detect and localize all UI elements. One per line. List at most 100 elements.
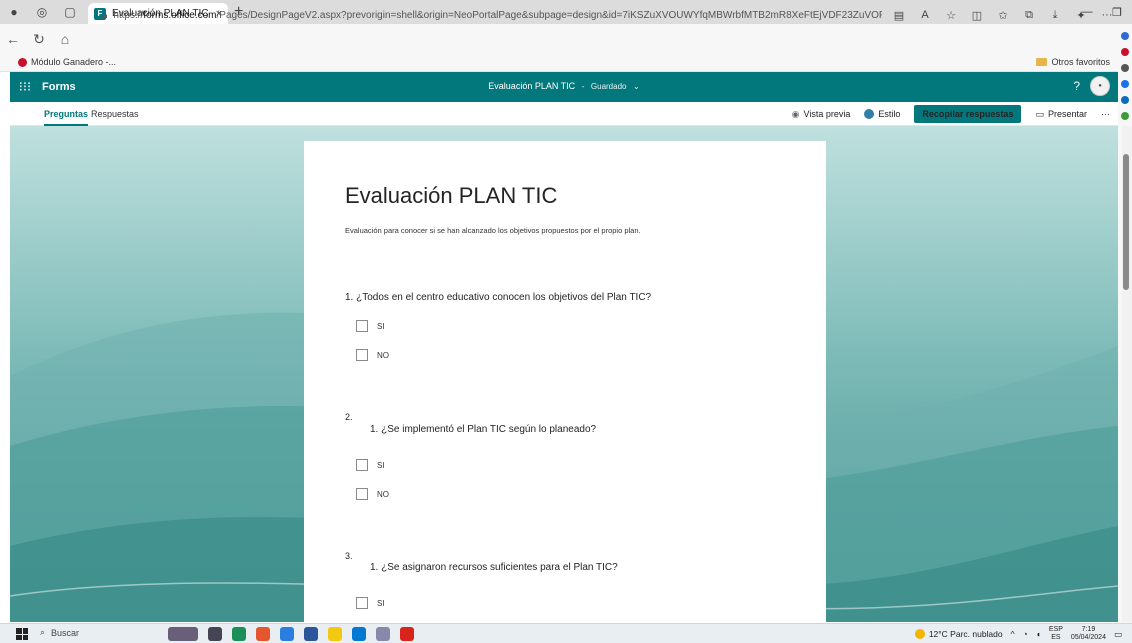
favorites-icon[interactable]: ✩: [994, 5, 1012, 25]
volume-icon[interactable]: ◖: [1036, 629, 1041, 639]
acrobat-icon[interactable]: [400, 627, 414, 641]
firefox-icon[interactable]: [256, 627, 270, 641]
workspaces-icon[interactable]: ◎: [28, 0, 56, 24]
style-label: Estilo: [878, 109, 901, 119]
question-text: ¿Todos en el centro educativo conocen lo…: [356, 292, 652, 303]
question-1-option-1[interactable]: SI: [356, 320, 385, 332]
checkbox[interactable]: [356, 320, 368, 332]
word-icon[interactable]: [304, 627, 318, 641]
header-title-text: Evaluación PLAN TIC: [488, 81, 576, 91]
question-2-option-2[interactable]: NO: [356, 488, 389, 500]
preview-button[interactable]: ◉ Vista previa: [792, 109, 851, 120]
network-icon[interactable]: ◔: [1023, 629, 1028, 639]
home-icon[interactable]: ⌂: [52, 26, 78, 52]
favorite-site-icon: [18, 57, 27, 67]
favorite-label: Módulo Ganadero -...: [31, 57, 117, 67]
file-explorer-icon[interactable]: [328, 627, 342, 641]
reader-view-icon[interactable]: ▤: [890, 5, 908, 25]
split-screen-icon[interactable]: ◫: [968, 5, 986, 25]
option-label: NO: [377, 350, 389, 360]
back-icon[interactable]: ←: [0, 26, 26, 52]
favorites-bar: Módulo Ganadero -... Otros favoritos: [0, 54, 1132, 72]
refresh-icon[interactable]: ↻: [26, 26, 52, 52]
url-field[interactable]: 🔒︎ https://forms.office.com/Pages/Design…: [102, 5, 882, 25]
clock-date: 05/04/2024: [1070, 634, 1106, 641]
question-2-number: 2.: [345, 412, 353, 422]
avatar[interactable]: ●: [1090, 76, 1110, 96]
taskbar-apps: [168, 627, 414, 641]
favorite-modulo-ganadero[interactable]: Módulo Ganadero -...: [18, 57, 116, 67]
outlook-icon[interactable]: [1121, 80, 1129, 88]
taskbar-search[interactable]: ⌕ Buscar: [40, 627, 79, 638]
downloads-icon[interactable]: ⤓: [1046, 5, 1064, 25]
tools-icon[interactable]: [1121, 64, 1129, 72]
form-card: Evaluación PLAN TIC Evaluación para cono…: [304, 141, 826, 622]
collect-responses-button[interactable]: Recopilar respuestas: [914, 105, 1022, 123]
question-2-text[interactable]: 1. ¿Se implementó el Plan TIC según lo p…: [370, 424, 596, 435]
games-icon[interactable]: [1121, 112, 1129, 120]
copilot-icon[interactable]: [1121, 32, 1129, 40]
style-button[interactable]: Estilo: [864, 109, 900, 119]
weather-widget[interactable]: 12°C Parc. nublado: [914, 629, 1003, 639]
tab-questions[interactable]: Preguntas: [44, 109, 89, 126]
tab-responses[interactable]: Respuestas: [91, 109, 139, 119]
photos-icon[interactable]: [376, 627, 390, 641]
checkbox[interactable]: [356, 459, 368, 471]
lock-icon: 🔒︎: [102, 9, 108, 21]
clock-time: 7:19: [1081, 626, 1096, 633]
forms-toolbar: Preguntas Respuestas ◉ Vista previa Esti…: [10, 102, 1118, 126]
language-indicator[interactable]: ESP ES: [1049, 626, 1063, 642]
checkbox[interactable]: [356, 488, 368, 500]
help-icon[interactable]: ?: [1073, 79, 1080, 93]
tab-actions-icon[interactable]: ▢: [56, 0, 84, 24]
address-bar-icons: ▤ A ☆ ◫ ✩ ⧉ ⤓ ✦ ···: [890, 5, 1116, 25]
widgets-icon[interactable]: [168, 627, 198, 641]
option-label: SI: [377, 460, 385, 470]
search-label: Buscar: [51, 627, 80, 638]
shopping-icon[interactable]: [1121, 48, 1129, 56]
header-form-title[interactable]: Evaluación PLAN TIC - Guardado ⌄: [10, 81, 1118, 91]
question-3-text[interactable]: 1. ¿Se asignaron recursos suficientes pa…: [370, 562, 618, 573]
form-title[interactable]: Evaluación PLAN TIC: [345, 183, 557, 209]
profile-icon[interactable]: ●: [0, 0, 28, 24]
notifications-icon[interactable]: ▭: [1114, 629, 1122, 640]
office-icon[interactable]: [1121, 96, 1129, 104]
present-button[interactable]: ▭ Presentar: [1035, 109, 1087, 120]
page-scrollbar[interactable]: [1122, 126, 1132, 622]
present-label: Presentar: [1047, 109, 1087, 119]
search-icon: ⌕: [40, 627, 46, 637]
preview-label: Vista previa: [803, 109, 851, 119]
collections-icon[interactable]: ⧉: [1020, 5, 1038, 25]
scrollbar-thumb[interactable]: [1123, 154, 1129, 290]
windows-taskbar: ⌕ Buscar 12°C Parc. nublado ^ ◔ ◖ ESP ES…: [0, 623, 1132, 643]
windows-start-icon[interactable]: [16, 628, 28, 640]
option-label: SI: [377, 598, 385, 608]
checkbox[interactable]: [356, 597, 368, 609]
chevron-down-icon: ⌄: [633, 82, 640, 91]
url-path: /Pages/DesignPageV2.aspx?prevorigin=shel…: [216, 9, 882, 21]
other-favorites[interactable]: Otros favoritos: [1036, 57, 1110, 67]
palette-icon: [864, 109, 875, 119]
eye-icon: ◉: [791, 108, 800, 119]
question-1[interactable]: 1. ¿Todos en el centro educativo conocen…: [345, 292, 651, 303]
chrome-icon[interactable]: [280, 627, 294, 641]
more-options-button[interactable]: ···: [1101, 109, 1110, 119]
present-icon: ▭: [1035, 108, 1044, 119]
favorite-star-icon[interactable]: ☆: [942, 5, 960, 25]
weather-text: 12°C Parc. nublado: [928, 629, 1003, 639]
question-2-option-1[interactable]: SI: [356, 459, 385, 471]
checkbox[interactable]: [356, 349, 368, 361]
clock[interactable]: 7:19 05/04/2024: [1071, 626, 1106, 642]
task-view-icon[interactable]: [208, 627, 222, 641]
tray-chevron-icon[interactable]: ^: [1011, 629, 1015, 639]
question-1-option-2[interactable]: NO: [356, 349, 389, 361]
option-label: NO: [377, 489, 389, 499]
extensions-icon[interactable]: ✦: [1072, 5, 1090, 25]
more-icon[interactable]: ···: [1098, 5, 1116, 25]
question-3-option-1[interactable]: SI: [356, 597, 385, 609]
save-status: Guardado: [590, 82, 627, 91]
edge-icon[interactable]: [232, 627, 246, 641]
form-description[interactable]: Evaluación para conocer si se han alcanz…: [345, 226, 641, 235]
mail-icon[interactable]: [352, 627, 366, 641]
read-aloud-icon[interactable]: A: [916, 5, 934, 25]
